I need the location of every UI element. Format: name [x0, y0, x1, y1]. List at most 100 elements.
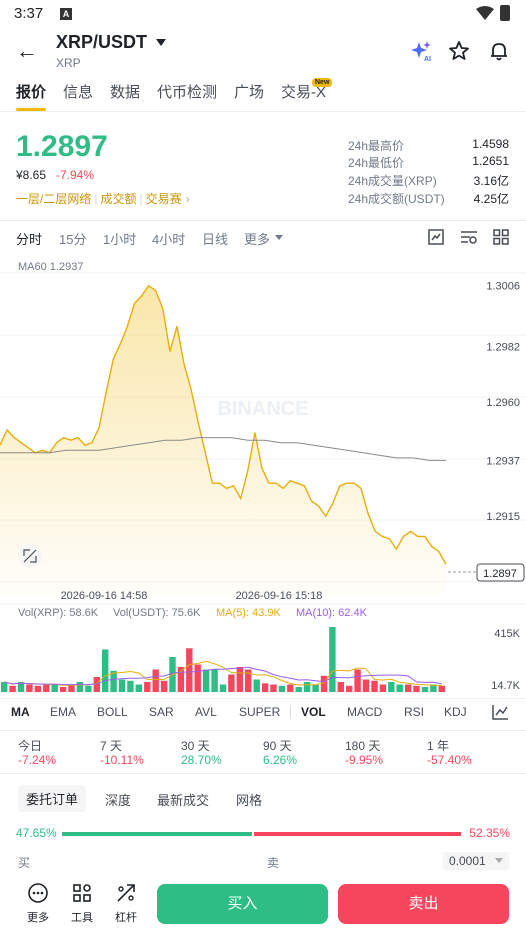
buy-button[interactable]: 买入 [157, 884, 328, 924]
tools-button[interactable]: 工具 [62, 882, 102, 925]
volume-bar [320, 675, 328, 693]
base-asset-label: XRP [56, 56, 81, 70]
indicator-super[interactable]: SUPER [239, 705, 280, 719]
indicator-edit-icon[interactable] [492, 704, 509, 720]
pair-dropdown-icon[interactable] [156, 39, 166, 46]
interval-more[interactable]: 更多 [244, 229, 270, 248]
chevron-down-icon [495, 858, 503, 863]
vol-axis-min: 14.7K [491, 680, 520, 692]
volume-bar [287, 684, 294, 692]
wifi-icon [476, 6, 494, 20]
tab-order-book[interactable]: 委托订单 [18, 785, 87, 812]
sell-button[interactable]: 卖出 [338, 884, 509, 924]
interval-1d[interactable]: 日线 [202, 229, 228, 248]
indicator-boll[interactable]: BOLL [97, 705, 128, 719]
perf-label-today: 今日 [18, 739, 43, 753]
tab-square[interactable]: 广场 [234, 81, 264, 102]
indicator-kdj[interactable]: KDJ [444, 705, 467, 719]
orderbook-header: 买 卖 0.0001 [0, 850, 526, 874]
tab-depth[interactable]: 深度 [105, 790, 131, 809]
price-axis-tick: 1.2960 [486, 397, 520, 409]
indicator-settings-icon[interactable] [460, 229, 478, 245]
indicator-vol[interactable]: VOL [301, 705, 326, 719]
perf-value-1y: -57.40% [427, 753, 472, 767]
indicator-sar[interactable]: SAR [149, 705, 174, 719]
volume-bar [346, 685, 353, 693]
tab-info[interactable]: 信息 [63, 81, 93, 102]
stat-label-low: 24h最低价 [348, 156, 405, 170]
volume-bar [278, 685, 286, 693]
tag-link-competition[interactable]: 交易赛 [146, 192, 182, 206]
volume-bar [362, 679, 370, 692]
perf-label-30d: 30 天 [181, 739, 210, 753]
volume-bar [34, 685, 42, 693]
price-axis-tick: 1.2937 [486, 455, 520, 467]
volume-bar [43, 684, 50, 692]
vol-usdt-label: Vol(USDT): 75.6K [113, 607, 201, 619]
fullscreen-icon[interactable] [18, 544, 42, 568]
volume-bar [135, 684, 142, 692]
volume-bar [354, 669, 361, 692]
interval-line[interactable]: 分时 [16, 229, 42, 248]
stat-label-vol-base: 24h成交量(XRP) [348, 174, 437, 188]
perf-value-30d: 28.70% [181, 753, 222, 767]
bell-icon[interactable] [488, 40, 510, 62]
tab-grid[interactable]: 网格 [236, 790, 262, 809]
bottom-bar: 更多 工具 杠杆 买入 卖出 [0, 876, 526, 936]
sell-ratio-bar [254, 832, 461, 836]
time-label-2: 2026-09-16 15:18 [236, 590, 323, 602]
indicator-macd[interactable]: MACD [347, 705, 382, 719]
header: ← XRP/USDT XRP AI [0, 30, 526, 74]
precision-select[interactable]: 0.0001 [443, 852, 509, 870]
volume-bar [144, 682, 151, 692]
stat-value-vol-quote: 4.25亿 [473, 192, 509, 206]
tab-recent-trades[interactable]: 最新成交 [157, 790, 209, 809]
volume-bar [203, 669, 210, 692]
volume-bar [51, 684, 58, 692]
volume-bar [236, 667, 243, 692]
leverage-icon [117, 884, 135, 902]
volume-bar [371, 680, 378, 693]
divider [0, 220, 526, 221]
indicator-ma[interactable]: MA [11, 705, 30, 719]
tag-link-layer[interactable]: 一层/二层网络 [16, 192, 91, 206]
more-caret-icon [275, 235, 283, 240]
tab-token-check[interactable]: 代币检测 [157, 81, 217, 102]
status-bar: 3:37 A [0, 0, 526, 28]
volume-bar [211, 669, 218, 692]
more-button[interactable]: 更多 [18, 882, 58, 925]
notification-icon: A [60, 8, 72, 20]
vol-xrp-label: Vol(XRP): 58.6K [18, 607, 99, 619]
volume-bar [312, 684, 319, 692]
star-icon[interactable] [448, 40, 470, 62]
tab-data[interactable]: 数据 [110, 81, 140, 102]
interval-15m[interactable]: 15分 [59, 229, 86, 248]
ai-sparkle-icon[interactable]: AI [410, 40, 432, 62]
pair-title[interactable]: XRP/USDT [56, 32, 147, 53]
price-axis-tick: 1.2982 [486, 341, 520, 353]
volume-bar [76, 682, 84, 692]
interval-1h[interactable]: 1小时 [103, 229, 136, 248]
more-label: 更多 [27, 912, 49, 924]
interval-4h[interactable]: 4小时 [152, 229, 185, 248]
sell-ratio: 52.35% [469, 826, 510, 840]
chart-settings-icon[interactable] [428, 229, 444, 245]
perf-label-7d: 7 天 [100, 739, 123, 753]
stat-value-low: 1.2651 [472, 154, 509, 168]
price-chart[interactable]: MA60 1.2937 BINANCE 1.30061.29821.29601.… [0, 255, 526, 695]
tag-link-volume[interactable]: 成交额 [100, 192, 136, 206]
volume-bar [329, 627, 336, 692]
indicator-separator [290, 705, 291, 719]
indicator-rsi[interactable]: RSI [404, 705, 424, 719]
current-price-tag-text: 1.2897 [483, 568, 517, 580]
vol-ma5-label: MA(5): 43.9K [216, 607, 281, 619]
indicator-avl[interactable]: AVL [195, 705, 217, 719]
grid-layout-icon[interactable] [493, 229, 509, 245]
tab-quote[interactable]: 报价 [16, 81, 46, 102]
performance-row: 今日 -7.24% 7 天 -10.11% 30 天 28.70% 90 天 6… [0, 730, 526, 774]
indicator-ema[interactable]: EMA [50, 705, 76, 719]
back-arrow-icon[interactable]: ← [16, 40, 38, 62]
volume-bar [413, 685, 420, 693]
last-price: 1.2897 [16, 130, 108, 163]
leverage-button[interactable]: 杠杆 [106, 882, 146, 925]
